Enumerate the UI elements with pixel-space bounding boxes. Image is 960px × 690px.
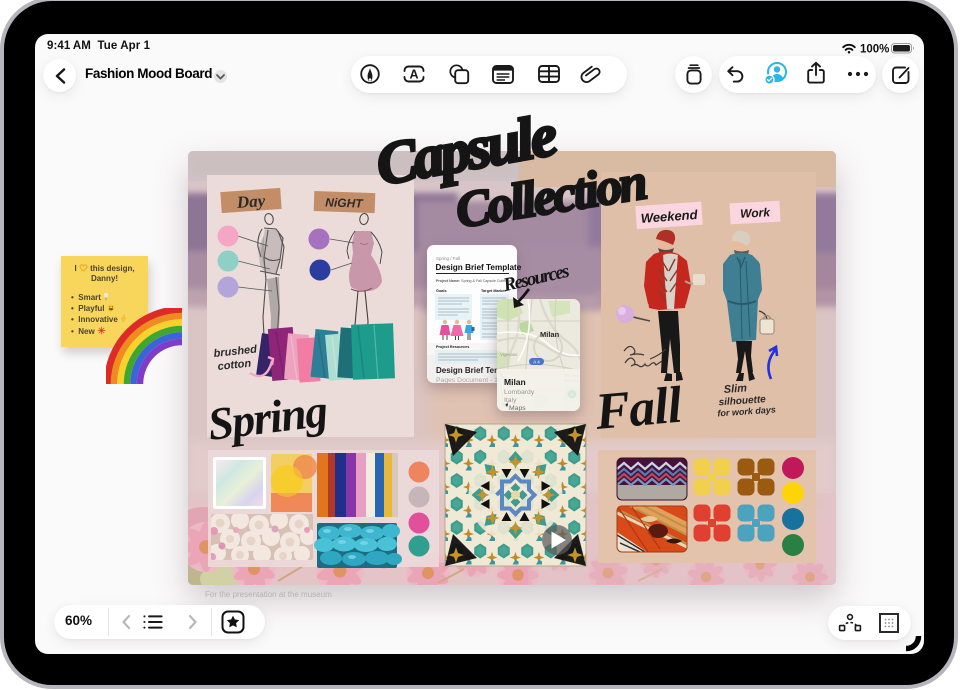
svg-text:Day: Day <box>235 191 266 212</box>
svg-text:Fall: Fall <box>592 377 685 441</box>
svg-text:Project Resources: Project Resources <box>436 345 469 349</box>
svg-text:A 4: A 4 <box>533 359 540 364</box>
svg-text:NiGHT: NiGHT <box>325 195 364 210</box>
svg-text:Target Market: Target Market <box>481 289 506 293</box>
svg-text:Maps: Maps <box>509 405 526 412</box>
svg-text:Italy: Italy <box>504 397 517 404</box>
svg-text:100%: 100% <box>860 44 889 55</box>
svg-text:Work: Work <box>740 205 772 221</box>
svg-text:Milan: Milan <box>540 330 560 339</box>
svg-text:A: A <box>409 68 418 82</box>
svg-text:Milan: Milan <box>504 377 526 387</box>
svg-text:Goals: Goals <box>436 289 447 293</box>
svg-text:Pages Document - 1 M: Pages Document - 1 M <box>436 377 506 384</box>
svg-text:Spring / Fall: Spring / Fall <box>436 256 460 261</box>
svg-text:Slim: Slim <box>723 382 747 396</box>
svg-text:Vigevano: Vigevano <box>500 352 518 357</box>
svg-text:Lombardy: Lombardy <box>504 389 535 396</box>
